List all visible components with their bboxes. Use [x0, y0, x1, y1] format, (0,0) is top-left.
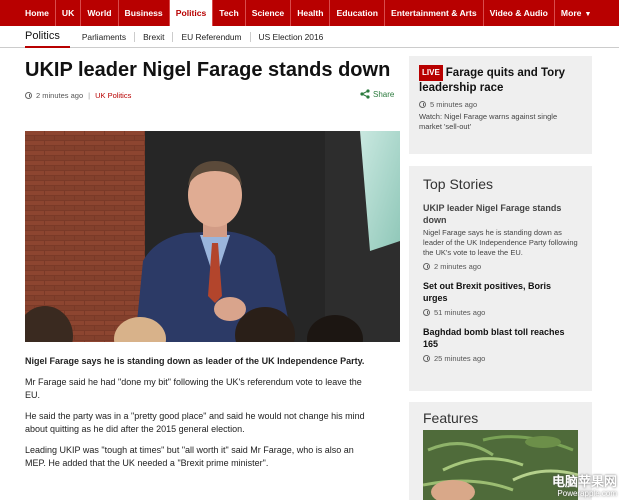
clock-icon	[423, 263, 430, 270]
article-body: Nigel Farage says he is standing down as…	[25, 355, 365, 478]
top-story-item[interactable]: UKIP leader Nigel Farage stands down Nig…	[423, 202, 578, 271]
article-paragraph: Mr Farage said he had "done my bit" foll…	[25, 377, 362, 400]
subnav-parliaments[interactable]: Parliaments	[74, 32, 134, 42]
live-title: LIVE Farage quits and Tory leadership rac…	[419, 65, 582, 95]
nav-world[interactable]: World	[81, 0, 119, 26]
clock-icon	[25, 92, 32, 99]
nav-video-audio[interactable]: Video & Audio	[484, 0, 555, 26]
top-story-title[interactable]: UKIP leader Nigel Farage stands down	[423, 202, 578, 226]
top-story-title[interactable]: Set out Brexit positives, Boris urges	[423, 280, 578, 304]
chevron-down-icon: ▼	[584, 11, 592, 18]
live-promo[interactable]: LIVE Farage quits and Tory leadership rac…	[409, 56, 592, 154]
section-subnavigation: Politics Parliaments Brexit EU Referendu…	[0, 26, 619, 48]
top-navigation: Home UK World Business Politics Tech Sci…	[0, 0, 619, 26]
article-topic-link[interactable]: UK Politics	[95, 91, 131, 100]
features-heading: Features	[423, 410, 479, 426]
subnav-brexit[interactable]: Brexit	[134, 31, 172, 42]
clock-icon	[423, 355, 430, 362]
live-meta: 5 minutes ago	[419, 100, 582, 109]
meta-divider: |	[88, 91, 91, 100]
top-story-time: 2 minutes ago	[423, 262, 578, 271]
nav-health[interactable]: Health	[291, 0, 331, 26]
nav-science[interactable]: Science	[246, 0, 292, 26]
live-badge: LIVE	[419, 65, 443, 81]
top-story-timestamp: 2 minutes ago	[434, 262, 482, 271]
watermark: 电脑苹果网 Powerapple.com	[551, 474, 617, 500]
clock-icon	[419, 101, 426, 108]
top-stories-panel: Top Stories UKIP leader Nigel Farage sta…	[409, 166, 592, 391]
top-story-time: 51 minutes ago	[423, 308, 578, 317]
subnav-us-election[interactable]: US Election 2016	[249, 31, 332, 42]
nav-education[interactable]: Education	[330, 0, 386, 26]
nav-home[interactable]: Home	[19, 0, 56, 26]
article-timestamp: 2 minutes ago	[36, 91, 84, 100]
nav-tech[interactable]: Tech	[213, 0, 246, 26]
top-story-item[interactable]: Set out Brexit positives, Boris urges 51…	[423, 280, 578, 317]
nav-more-label: More	[560, 8, 582, 18]
watermark-sub: Powerapple.com	[557, 489, 617, 498]
top-story-summary: Nigel Farage says he is standing down as…	[423, 228, 578, 257]
share-button[interactable]: Share	[360, 89, 394, 99]
article-paragraph: He said the party was in a "pretty good …	[25, 411, 365, 434]
clock-icon	[423, 309, 430, 316]
nav-politics[interactable]: Politics	[169, 0, 214, 26]
nav-uk[interactable]: UK	[56, 0, 82, 26]
nav-business[interactable]: Business	[119, 0, 170, 26]
top-stories-heading: Top Stories	[423, 176, 494, 192]
speaker-photo	[25, 131, 400, 342]
section-title[interactable]: Politics	[25, 26, 70, 48]
subnav-eu-referendum[interactable]: EU Referendum	[172, 31, 249, 42]
article-intro: Nigel Farage says he is standing down as…	[25, 356, 365, 366]
nav-entertainment-arts[interactable]: Entertainment & Arts	[385, 0, 484, 26]
top-story-title[interactable]: Baghdad bomb blast toll reaches 165	[423, 326, 578, 350]
nav-more-button[interactable]: More ▼	[555, 0, 597, 26]
top-story-item[interactable]: Baghdad bomb blast toll reaches 165 25 m…	[423, 326, 578, 363]
live-timestamp: 5 minutes ago	[430, 100, 478, 109]
article-headline: UKIP leader Nigel Farage stands down	[25, 59, 391, 81]
top-story-time: 25 minutes ago	[423, 354, 578, 363]
watermark-main: 电脑苹果网	[551, 474, 617, 489]
article-hero-image	[25, 131, 400, 342]
share-label: Share	[373, 89, 395, 99]
live-watch-link[interactable]: Watch: Nigel Farage warns against single…	[419, 112, 582, 132]
top-story-timestamp: 51 minutes ago	[434, 308, 486, 317]
share-icon	[360, 89, 370, 99]
top-story-timestamp: 25 minutes ago	[434, 354, 486, 363]
article-paragraph: Leading UKIP was "tough at times" but "a…	[25, 445, 354, 468]
article-meta: 2 minutes ago | UK Politics	[25, 91, 131, 100]
